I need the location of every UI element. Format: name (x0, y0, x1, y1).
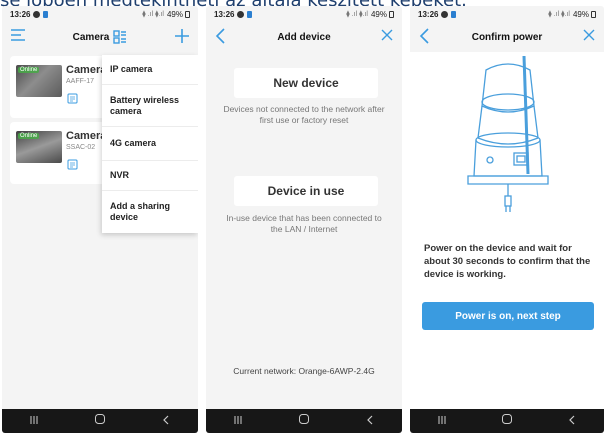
battery-icon (185, 10, 190, 18)
back-icon[interactable] (365, 412, 375, 430)
new-device-description: Devices not connected to the network aft… (223, 104, 385, 125)
screen-camera-list: 13:26 ⧫ .ıl ⧫.ıl 49% Camera Online Camer… (2, 6, 198, 433)
camera-thumbnail[interactable]: Online (16, 65, 62, 97)
app-notification-icon (43, 10, 49, 18)
camera-id: AAFF-17 (66, 78, 95, 85)
status-time: 13:26 (214, 9, 235, 19)
nav-bar: Add device (206, 22, 402, 52)
signal-icon: ⧫ .ıl ⧫.ıl (142, 11, 164, 18)
status-badge: Online (18, 133, 40, 139)
menu-item-4g-camera[interactable]: 4G camera (102, 127, 198, 161)
notification-icon (441, 10, 449, 18)
current-network-label: Current network: Orange-6AWP-2.4G (233, 366, 375, 376)
recents-icon[interactable] (437, 412, 447, 430)
document-icon[interactable] (67, 91, 78, 104)
back-icon[interactable] (567, 412, 577, 430)
nav-bar: Camera (2, 22, 198, 52)
camera-name: Camera (66, 130, 107, 142)
status-bar: 13:26 ⧫ .ıl ⧫.ıl 49% (206, 6, 402, 22)
system-nav-bar (410, 409, 604, 433)
menu-item-ip-camera[interactable]: IP camera (102, 55, 198, 85)
battery-level: 49% (370, 9, 387, 19)
signal-icon: ⧫ .ıl ⧫.ıl (346, 11, 368, 18)
next-step-button[interactable]: Power is on, next step (422, 302, 594, 330)
battery-level: 49% (166, 9, 183, 19)
document-icon[interactable] (67, 157, 78, 170)
power-instruction-text: Power on the device and wait for about 3… (424, 243, 591, 280)
system-nav-bar (2, 409, 198, 433)
menu-item-battery-camera[interactable]: Battery wireless camera (102, 85, 198, 127)
nav-bar: Confirm power (410, 22, 604, 52)
notification-icon (237, 10, 245, 18)
add-device-menu: IP camera Battery wireless camera 4G cam… (102, 55, 198, 233)
system-nav-bar (206, 409, 402, 433)
status-time: 13:26 (10, 9, 31, 19)
home-icon[interactable] (501, 412, 513, 430)
hamburger-icon[interactable] (10, 28, 26, 47)
camera-id: SSAC-02 (66, 144, 96, 151)
close-icon[interactable] (582, 28, 596, 47)
camera-power-illustration (448, 55, 568, 216)
new-device-button[interactable]: New device (234, 68, 378, 98)
device-in-use-button[interactable]: Device in use (234, 176, 378, 206)
notification-icon (33, 10, 41, 18)
app-notification-icon (247, 10, 253, 18)
page-title: Confirm power (471, 31, 543, 43)
screen-confirm-power: 13:26 ⧫ .ıl ⧫.ıl 49% Confirm power Power… (410, 6, 604, 433)
chevron-left-icon[interactable] (418, 28, 432, 49)
plus-icon[interactable] (174, 28, 190, 49)
chevron-left-icon[interactable] (214, 28, 228, 49)
status-bar: 13:26 ⧫ .ıl ⧫.ıl 49% (410, 6, 604, 22)
recents-icon[interactable] (233, 412, 243, 430)
page-title: Add device (277, 31, 331, 43)
grid-icon[interactable] (113, 30, 127, 44)
device-in-use-description: In-use device that has been connected to… (226, 213, 382, 234)
camera-name: Camera (66, 64, 107, 76)
status-badge: Online (18, 67, 40, 73)
recents-icon[interactable] (29, 412, 39, 430)
close-icon[interactable] (380, 28, 394, 47)
page-title: Camera (72, 31, 110, 43)
signal-icon: ⧫ .ıl ⧫.ıl (548, 11, 570, 18)
battery-level: 49% (572, 9, 589, 19)
app-notification-icon (451, 10, 457, 18)
menu-item-nvr[interactable]: NVR (102, 161, 198, 191)
battery-icon (389, 10, 394, 18)
screen-add-device: 13:26 ⧫ .ıl ⧫.ıl 49% Add device New devi… (206, 6, 402, 433)
battery-icon (591, 10, 596, 18)
status-time: 13:26 (418, 9, 439, 19)
status-bar: 13:26 ⧫ .ıl ⧫.ıl 49% (2, 6, 198, 22)
home-icon[interactable] (94, 412, 106, 430)
menu-item-sharing-device[interactable]: Add a sharing device (102, 191, 198, 233)
camera-thumbnail[interactable]: Online (16, 131, 62, 163)
home-icon[interactable] (298, 412, 310, 430)
back-icon[interactable] (161, 412, 171, 430)
